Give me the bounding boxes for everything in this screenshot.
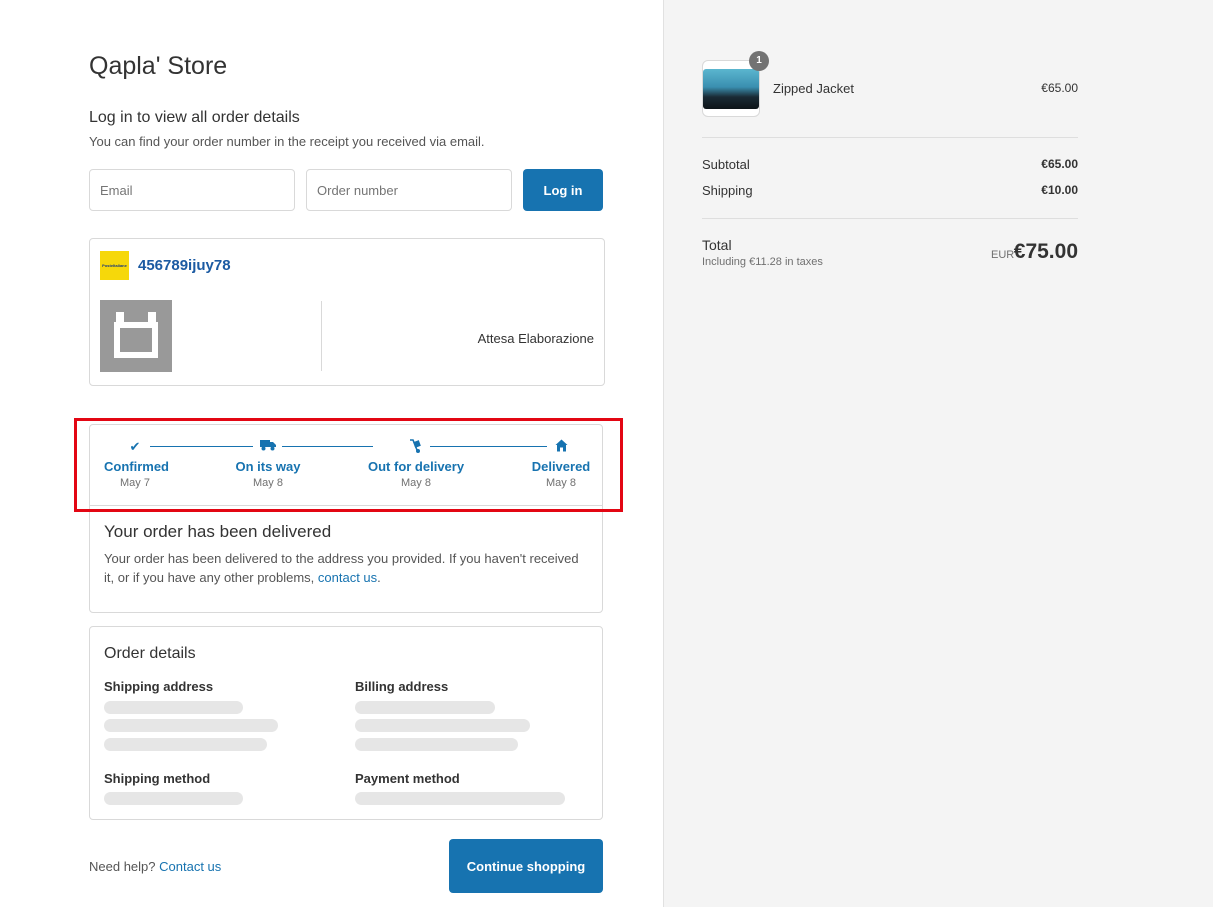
product-price: €65.00 — [1041, 81, 1078, 95]
continue-shopping-button[interactable]: Continue shopping — [449, 839, 603, 893]
delivery-text-period: . — [377, 570, 381, 585]
login-title: Log in to view all order details — [89, 109, 300, 126]
delivery-status-title: Your order has been delivered — [104, 522, 332, 541]
divider — [702, 218, 1078, 219]
divider — [321, 301, 322, 371]
shipping-value: €10.00 — [1041, 183, 1078, 197]
skeleton-line — [104, 792, 243, 805]
total-label: Total — [702, 237, 732, 253]
skeleton-line — [355, 738, 518, 751]
help-label: Need help? — [89, 859, 156, 874]
login-subtitle: You can find your order number in the re… — [89, 134, 485, 149]
product-name: Zipped Jacket — [773, 81, 854, 96]
login-button[interactable]: Log in — [523, 169, 603, 211]
skeleton-line — [104, 719, 278, 732]
skeleton-line — [355, 701, 495, 714]
contact-us-footer-link[interactable]: Contact us — [159, 859, 221, 874]
billing-address-label: Billing address — [355, 679, 449, 694]
store-title: Qapla' Store — [89, 52, 228, 80]
tax-note: Including €11.28 in taxes — [702, 256, 823, 268]
contact-us-link[interactable]: contact us — [318, 570, 377, 585]
timeline-highlight-box — [74, 418, 623, 512]
subtotal-label: Subtotal — [702, 157, 750, 172]
carrier-logo-text: PosteItaliane — [102, 263, 127, 268]
divider — [702, 137, 1078, 138]
shipping-method-label: Shipping method — [104, 771, 211, 786]
delivery-status-text: Your order has been delivered to the add… — [104, 549, 590, 587]
product-thumbnail — [702, 60, 760, 117]
order-details-title: Order details — [104, 645, 196, 662]
currency-code: EUR — [991, 249, 1015, 261]
help-text: Need help? Contact us — [89, 859, 221, 874]
quantity-badge: 1 — [749, 51, 769, 71]
tracking-status: Attesa Elaborazione — [477, 331, 594, 346]
main-column: Qapla' Store Log in to view all order de… — [0, 0, 663, 907]
skeleton-line — [355, 719, 530, 732]
skeleton-line — [355, 792, 565, 805]
shipping-label: Shipping — [702, 183, 753, 198]
robot-icon — [100, 300, 172, 372]
total-value: €75.00 — [1013, 240, 1078, 263]
tracking-number-link[interactable]: 456789ijuy78 — [138, 257, 231, 274]
jacket-image — [703, 69, 759, 109]
skeleton-line — [104, 738, 267, 751]
carrier-logo: PosteItaliane — [100, 251, 129, 280]
payment-method-label: Payment method — [355, 771, 460, 786]
email-field[interactable] — [89, 169, 295, 211]
skeleton-line — [104, 701, 243, 714]
order-details-card: Order details Shipping address Billing a… — [89, 626, 603, 820]
tracking-card: PosteItaliane 456789ijuy78 Attesa Elabor… — [89, 238, 605, 386]
order-number-field[interactable] — [306, 169, 512, 211]
subtotal-value: €65.00 — [1041, 157, 1078, 171]
shipping-address-label: Shipping address — [104, 679, 214, 694]
